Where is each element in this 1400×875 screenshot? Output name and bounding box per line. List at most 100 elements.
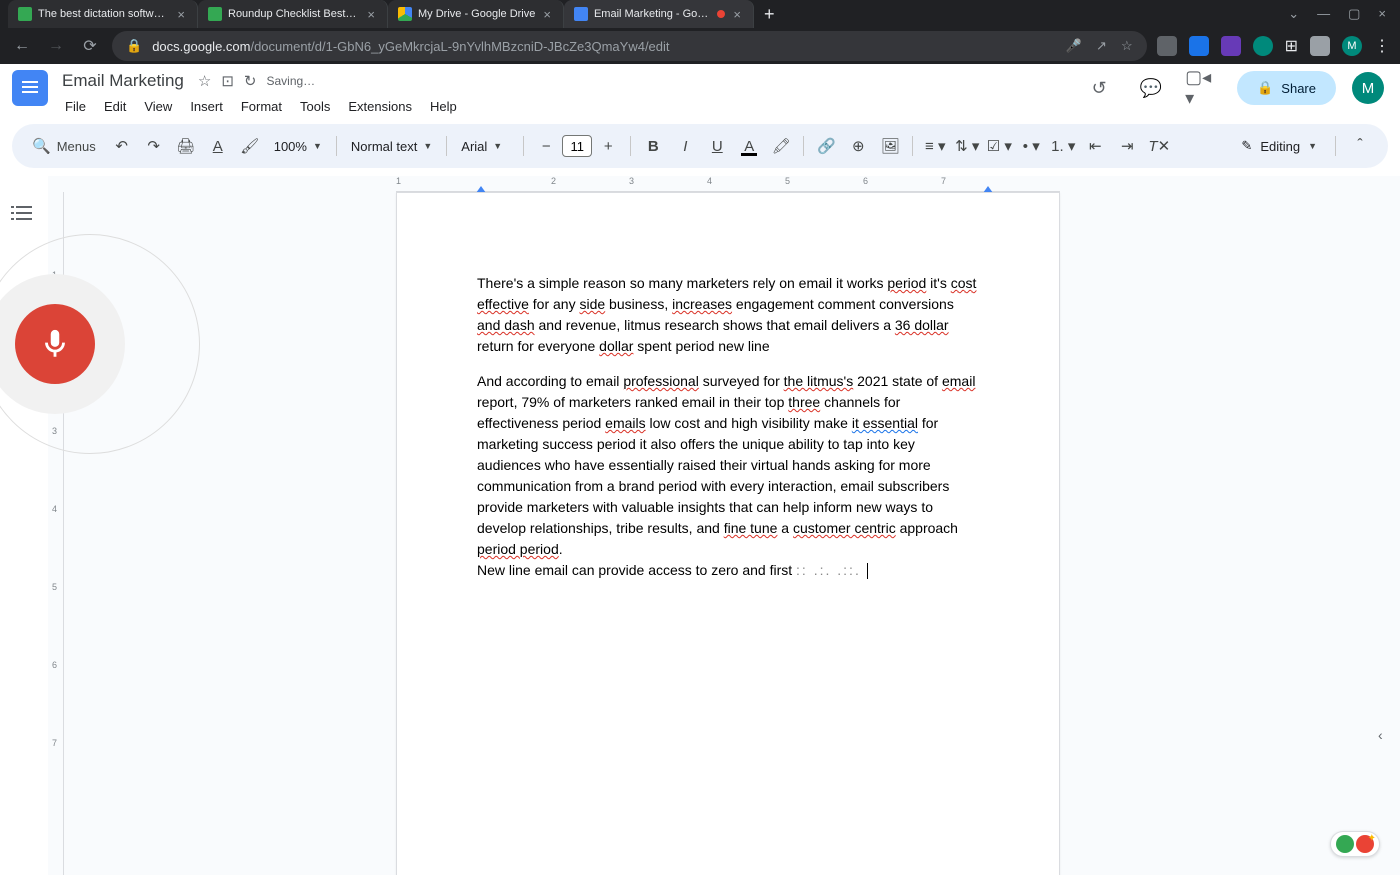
search-menus-button[interactable]: 🔍 Menus — [24, 132, 104, 160]
browser-tab-active[interactable]: Email Marketing - Google D… × — [564, 0, 754, 28]
profile-avatar-icon[interactable]: M — [1342, 36, 1362, 56]
document-title[interactable]: Email Marketing — [58, 70, 188, 92]
increase-font-button[interactable]: + — [594, 132, 622, 160]
share-icon[interactable]: ↗ — [1096, 38, 1107, 54]
move-icon[interactable]: ⊡ — [221, 72, 234, 90]
browser-tab[interactable]: My Drive - Google Drive × — [388, 0, 564, 28]
new-tab-button[interactable]: + — [754, 4, 785, 25]
underline-button[interactable]: U — [703, 132, 731, 160]
font-select[interactable]: Arial ▼ — [455, 139, 515, 154]
zoom-value: 100% — [274, 139, 307, 154]
menu-file[interactable]: File — [58, 96, 93, 117]
extension-icon[interactable] — [1157, 36, 1177, 56]
kebab-menu-icon[interactable]: ⋮ — [1374, 36, 1390, 56]
extension-icon[interactable] — [1253, 36, 1273, 56]
vertical-ruler[interactable]: 1 2 3 4 5 6 7 — [48, 192, 64, 875]
editing-mode-button[interactable]: ✎ Editing ▼ — [1231, 134, 1327, 158]
user-avatar[interactable]: M — [1352, 72, 1384, 104]
insert-comment-button[interactable]: ⊕ — [844, 132, 872, 160]
insert-image-button[interactable]: 🖼 — [876, 132, 904, 160]
document-outline-button[interactable] — [9, 198, 39, 228]
close-icon[interactable]: × — [541, 7, 553, 22]
horizontal-ruler[interactable]: 1 2 3 4 5 6 7 — [396, 176, 1060, 192]
ruler-tick: 4 — [52, 504, 57, 514]
document-page[interactable]: There's a simple reason so many marketer… — [396, 192, 1060, 875]
menu-insert[interactable]: Insert — [183, 96, 230, 117]
close-icon[interactable]: × — [731, 7, 743, 22]
paragraph[interactable]: There's a simple reason so many marketer… — [477, 273, 979, 357]
meet-icon[interactable]: ▢◂ ▾ — [1185, 70, 1221, 106]
star-icon[interactable]: ☆ — [1121, 38, 1133, 54]
page-scroll[interactable]: 1 2 3 4 5 6 7 1 2 3 4 5 6 7 — [48, 176, 1400, 875]
browser-tab[interactable]: Roundup Checklist Best Dictatio… × — [198, 0, 388, 28]
ruler-tick: 3 — [52, 426, 57, 436]
align-button[interactable]: ≡ ▾ — [921, 132, 949, 160]
minimize-icon[interactable]: — — [1317, 6, 1330, 22]
print-button[interactable]: 🖨 — [172, 132, 200, 160]
reload-button[interactable]: ⟳ — [78, 34, 102, 58]
side-panel-toggle[interactable]: ‹ — [1378, 727, 1396, 745]
chevron-down-icon[interactable]: ⌄ — [1288, 6, 1299, 22]
menu-view[interactable]: View — [137, 96, 179, 117]
docs-header: Email Marketing ☆ ⊡ ↻ Saving… File Edit … — [0, 64, 1400, 124]
extension-icon[interactable] — [1189, 36, 1209, 56]
decrease-font-button[interactable]: − — [532, 132, 560, 160]
numbered-list-button[interactable]: 1. ▾ — [1049, 132, 1077, 160]
extension-icon[interactable] — [1221, 36, 1241, 56]
share-button[interactable]: 🔒 Share — [1237, 71, 1336, 105]
formatting-toolbar: 🔍 Menus ↶ ↷ 🖨 A 🖌 100% ▼ Normal text ▼ A… — [12, 124, 1388, 168]
menu-extensions[interactable]: Extensions — [341, 96, 419, 117]
checklist-button[interactable]: ☑ ▾ — [985, 132, 1013, 160]
insert-link-button[interactable]: 🔗 — [812, 132, 840, 160]
chevron-down-icon: ▼ — [423, 141, 432, 151]
clear-formatting-button[interactable]: T✕ — [1145, 132, 1173, 160]
explore-badges[interactable]: ✦ — [1330, 831, 1380, 857]
editing-label: Editing — [1260, 139, 1300, 154]
font-size-input[interactable] — [562, 135, 592, 157]
back-button[interactable]: ← — [10, 34, 34, 58]
menu-format[interactable]: Format — [234, 96, 289, 117]
extensions-puzzle-icon[interactable]: ⊞ — [1285, 36, 1298, 56]
highlight-button[interactable]: 🖍 — [767, 132, 795, 160]
menu-edit[interactable]: Edit — [97, 96, 133, 117]
close-icon[interactable]: × — [365, 7, 377, 22]
history-icon[interactable]: ↺ — [1081, 70, 1117, 106]
undo-button[interactable]: ↶ — [108, 132, 136, 160]
mic-icon[interactable]: 🎤 — [1066, 38, 1082, 54]
maximize-icon[interactable]: ▢ — [1348, 6, 1360, 22]
close-icon[interactable]: × — [175, 7, 187, 22]
spellcheck-button[interactable]: A — [204, 132, 232, 160]
mic-icon — [38, 327, 72, 361]
paint-format-button[interactable]: 🖌 — [236, 132, 264, 160]
menu-tools[interactable]: Tools — [293, 96, 337, 117]
line-spacing-button[interactable]: ⇅ ▾ — [953, 132, 981, 160]
decrease-indent-button[interactable]: ⇤ — [1081, 132, 1109, 160]
voice-mic-button[interactable] — [15, 304, 95, 384]
ruler-tick: 3 — [629, 176, 634, 186]
zoom-select[interactable]: 100% ▼ — [268, 139, 328, 154]
star-icon[interactable]: ☆ — [198, 72, 211, 90]
forward-button[interactable]: → — [44, 34, 68, 58]
window-controls: ⌄ — ▢ × — [1288, 6, 1400, 22]
italic-button[interactable]: I — [671, 132, 699, 160]
browser-tab[interactable]: The best dictation software - Ap… × — [8, 0, 198, 28]
redo-button[interactable]: ↷ — [140, 132, 168, 160]
document-body[interactable]: There's a simple reason so many marketer… — [477, 273, 979, 581]
url-input[interactable]: 🔒 docs.google.com/document/d/1-GbN6_yGeM… — [112, 31, 1147, 61]
paragraph[interactable]: And according to email professional surv… — [477, 371, 979, 581]
work-area: 1 2 3 4 5 6 7 1 2 3 4 5 6 7 — [0, 176, 1400, 875]
bold-button[interactable]: B — [639, 132, 667, 160]
menu-help[interactable]: Help — [423, 96, 464, 117]
close-window-icon[interactable]: × — [1378, 6, 1386, 22]
ruler-tick: 6 — [863, 176, 868, 186]
separator — [803, 136, 804, 156]
increase-indent-button[interactable]: ⇥ — [1113, 132, 1141, 160]
extension-icon[interactable] — [1310, 36, 1330, 56]
paragraph-style-select[interactable]: Normal text ▼ — [345, 139, 438, 154]
docs-logo-icon[interactable] — [12, 70, 48, 106]
text-color-button[interactable]: A — [735, 132, 763, 160]
collapse-toolbar-button[interactable]: ˆ — [1344, 130, 1376, 162]
address-bar: ← → ⟳ 🔒 docs.google.com/document/d/1-GbN… — [0, 28, 1400, 64]
bulleted-list-button[interactable]: • ▾ — [1017, 132, 1045, 160]
comments-icon[interactable]: 💬 — [1133, 70, 1169, 106]
